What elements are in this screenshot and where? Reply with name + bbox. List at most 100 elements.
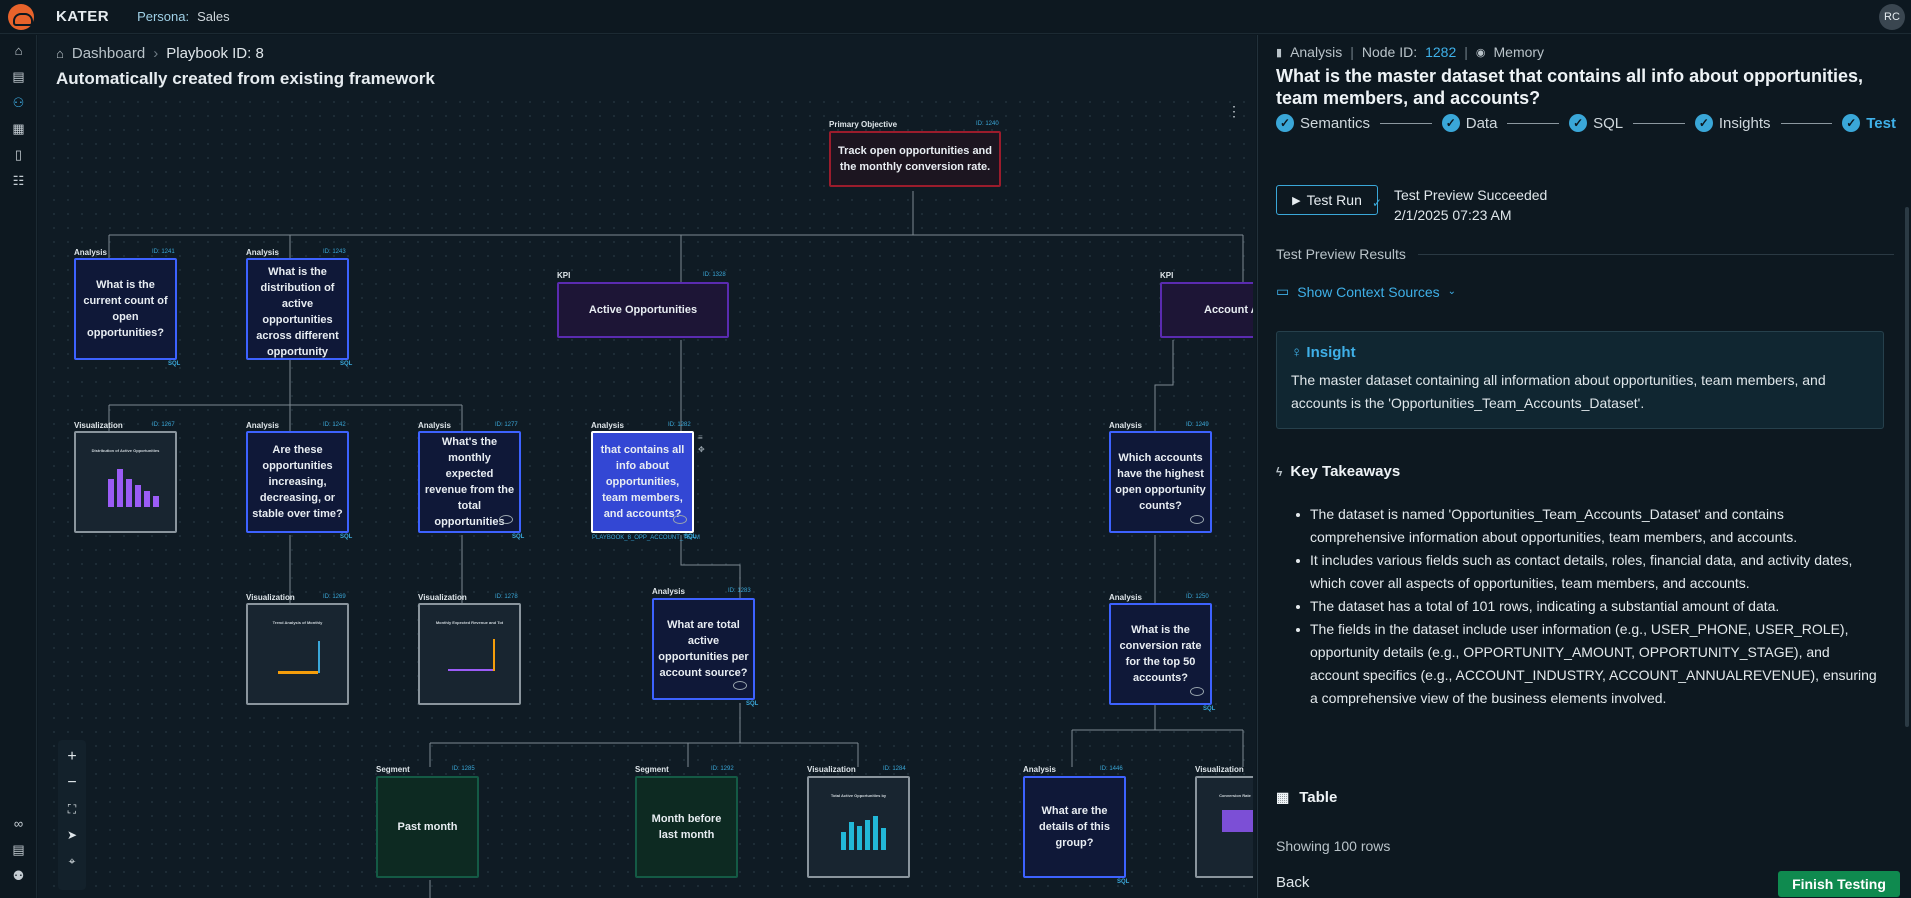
chart-thumbnail: Trend Analysis of Monthly (252, 611, 343, 697)
insight-title-text: Insight (1306, 344, 1356, 361)
node-id: ID: 1242 (323, 422, 346, 428)
node-type: Visualization (74, 421, 123, 430)
show-context-sources-toggle[interactable]: ▭ Show Context Sources ⌄ (1276, 283, 1456, 300)
kpi-node-1328[interactable]: Active Opportunities (557, 282, 729, 338)
node-id: ID: 1328 (703, 272, 726, 278)
sql-tag: SQL (168, 361, 181, 367)
sql-tag: SQL (746, 701, 759, 707)
pointer-icon[interactable]: ➤ (58, 824, 86, 846)
playbook-graph[interactable]: ⋮ Primary Objective ID: 1240 Track open … (47, 95, 1253, 898)
book-icon[interactable]: ▯ (10, 146, 27, 163)
kater-logo-icon[interactable] (8, 3, 34, 30)
top-bar: KATER Persona: Sales RC (0, 0, 1911, 34)
eye-off-icon[interactable] (1190, 515, 1204, 524)
stepper: ✓ Semantics ✓ Data ✓ SQL ✓ Insights ✓ Test (1276, 113, 1896, 133)
node-type: Visualization (418, 593, 467, 602)
bar (152, 495, 159, 507)
zoom-out-icon[interactable]: − (58, 772, 86, 794)
list-item: The dataset has a total of 101 rows, ind… (1296, 595, 1880, 618)
visualization-node-conversion[interactable]: Conversion Rate (1195, 776, 1253, 878)
insight-text: The master dataset containing all inform… (1291, 372, 1826, 411)
home-icon[interactable]: ⌂ (10, 42, 27, 59)
breadcrumb-current: Playbook ID: 8 (166, 45, 264, 62)
node-type: Segment (635, 765, 669, 774)
node-id: ID: 1284 (883, 766, 906, 772)
finish-testing-button[interactable]: Finish Testing (1778, 871, 1900, 897)
fit-view-icon[interactable]: ⛶ (58, 798, 86, 820)
visualization-node-1278[interactable]: Monthly Expected Revenue and Tot (418, 603, 521, 705)
node-id: ID: 1292 (711, 766, 734, 772)
visualization-node-1284[interactable]: Total Active Opportunities by (807, 776, 910, 878)
node-id: ID: 1277 (495, 422, 518, 428)
sql-tag: SQL (512, 534, 525, 540)
details-panel: ▮ Analysis | Node ID: 1282 | ◉ Memory Wh… (1257, 35, 1911, 898)
step-semantics[interactable]: ✓ Semantics (1276, 114, 1370, 132)
check-icon: ✓ (1372, 196, 1383, 210)
node-id: ID: 1267 (152, 422, 175, 428)
step-label: Insights (1718, 114, 1771, 132)
persona-label: Persona: (137, 9, 190, 24)
step-sql[interactable]: ✓ SQL (1569, 114, 1623, 132)
bar (880, 827, 886, 850)
bar (856, 825, 862, 850)
node-id: ID: 1283 (728, 588, 751, 594)
users-icon[interactable]: ☷ (10, 172, 27, 189)
chart-thumbnail-title: Monthly Expected Revenue and Tot (435, 619, 504, 625)
zoom-in-icon[interactable]: + (58, 746, 86, 768)
table-icon: ▦ (1276, 789, 1290, 805)
primary-objective-node[interactable]: Track open opportunities and the monthly… (829, 131, 1001, 187)
panel-scrollbar[interactable] (1905, 207, 1909, 727)
chart-thumbnail-title: Total Active Opportunities by (830, 792, 887, 798)
eye-off-icon[interactable] (673, 515, 687, 524)
map-icon[interactable]: ▦ (10, 120, 27, 137)
locate-icon[interactable]: ⌖ (58, 850, 86, 872)
analysis-node-1242[interactable]: Are these opportunities increasing, decr… (246, 431, 349, 533)
line-series (447, 668, 493, 671)
node-move-icon[interactable]: ✥ (698, 445, 705, 454)
document-icon[interactable]: ▤ (10, 68, 27, 85)
eye-off-icon[interactable] (733, 681, 747, 690)
persona-selector[interactable]: Sales (197, 9, 230, 24)
user-avatar[interactable]: RC (1879, 4, 1905, 30)
visualization-node-1267[interactable]: Distribution of Active Opportunities (74, 431, 177, 533)
memory-link[interactable]: Memory (1494, 44, 1545, 60)
bar (840, 831, 846, 850)
panel-tab-analysis[interactable]: Analysis (1290, 44, 1342, 60)
panel-question: What is the master dataset that contains… (1276, 66, 1864, 108)
list-item: The dataset is named 'Opportunities_Team… (1296, 503, 1880, 549)
segment-node-1285[interactable]: Past month (376, 776, 479, 878)
analysis-node-1243[interactable]: What is the distribution of active oppor… (246, 258, 349, 360)
node-type: Primary Objective (829, 120, 898, 129)
file-icon[interactable]: ▤ (10, 841, 27, 858)
graph-menu-kebab-icon[interactable]: ⋮ (1227, 103, 1241, 120)
link-icon[interactable]: ∞ (10, 815, 27, 832)
step-connector (1633, 122, 1685, 124)
chart-thumbnail-title: Conversion Rate (1219, 792, 1251, 798)
eye-off-icon[interactable] (499, 515, 513, 524)
analysis-node-1446[interactable]: What are the details of this group? (1023, 776, 1126, 878)
analysis-node-1241[interactable]: What is the current count of open opport… (74, 258, 177, 360)
eye-off-icon[interactable] (1190, 687, 1204, 696)
flow-icon[interactable]: ⚇ (10, 94, 27, 111)
visualization-node-1269[interactable]: Trend Analysis of Monthly (246, 603, 349, 705)
step-label: Data (1465, 114, 1498, 132)
node-id: ID: 1282 (668, 422, 691, 428)
step-data[interactable]: ✓ Data (1441, 114, 1498, 132)
bar (116, 468, 123, 507)
node-type: KPI (1160, 271, 1174, 280)
list-item: The fields in the dataset include user i… (1296, 618, 1880, 710)
node-menu-icon[interactable]: ≡ (698, 433, 703, 442)
step-insights[interactable]: ✓ Insights (1694, 114, 1771, 132)
test-run-button[interactable]: ▶ Test Run (1276, 185, 1378, 215)
node-id: ID: 1269 (323, 594, 346, 600)
user-settings-icon[interactable]: ⚉ (10, 867, 27, 884)
node-id: ID: 1249 (1186, 422, 1209, 428)
breadcrumb-dashboard[interactable]: Dashboard (72, 45, 145, 62)
kpi-node-account[interactable]: Account A (1160, 282, 1253, 338)
step-test[interactable]: ✓ Test (1842, 114, 1896, 132)
back-button[interactable]: Back (1276, 874, 1309, 891)
segment-node-1292[interactable]: Month before last month (635, 776, 738, 878)
takeaways-list: The dataset is named 'Opportunities_Team… (1296, 503, 1880, 710)
sql-tag: SQL (340, 534, 353, 540)
step-label: Semantics (1300, 114, 1371, 132)
